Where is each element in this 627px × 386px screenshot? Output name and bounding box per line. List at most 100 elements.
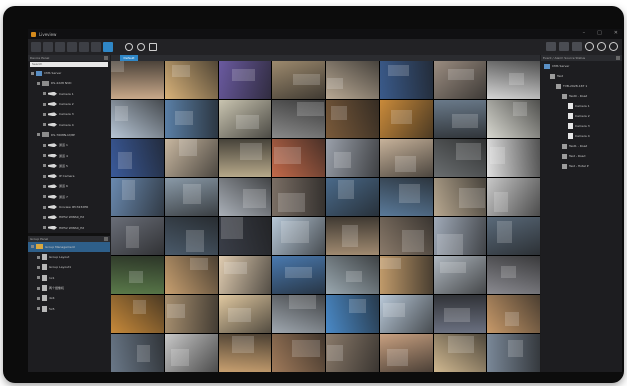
video-tile[interactable] (111, 334, 164, 372)
pin-icon[interactable] (616, 56, 620, 60)
video-tile[interactable] (379, 217, 433, 255)
chevron-right-icon[interactable] (43, 226, 46, 230)
video-tile[interactable] (326, 256, 379, 294)
video-tile[interactable] (433, 256, 487, 294)
chevron-right-icon[interactable] (37, 307, 40, 311)
tree-item[interactable]: 两个摄像机 (28, 283, 110, 293)
video-tile[interactable] (218, 139, 272, 177)
video-tile[interactable] (487, 178, 540, 216)
pin-icon[interactable] (104, 236, 108, 241)
chevron-right-icon[interactable] (43, 92, 46, 96)
chevron-right-icon[interactable] (31, 71, 34, 75)
tree-item[interactable]: Group Layout (28, 252, 110, 262)
video-tile[interactable] (272, 217, 325, 255)
video-tile[interactable] (487, 295, 540, 333)
video-tile[interactable] (433, 217, 487, 255)
video-tile[interactable] (487, 100, 540, 138)
tree-item[interactable]: Uniview IPC3232ER (28, 202, 110, 212)
tree-item[interactable]: Camera 4 (28, 119, 110, 129)
video-tile[interactable] (326, 295, 379, 333)
tree-item[interactable]: Camera 1 (28, 89, 110, 99)
chevron-right-icon[interactable] (37, 255, 40, 259)
tree-item[interactable]: IP Camera (28, 171, 110, 181)
video-tile[interactable] (379, 334, 433, 372)
chevron-right-icon[interactable] (43, 112, 46, 116)
video-tile[interactable] (487, 61, 540, 99)
video-tile[interactable] (379, 61, 433, 99)
video-tile[interactable] (218, 256, 272, 294)
chevron-right-icon[interactable] (43, 123, 46, 127)
video-tile[interactable] (111, 295, 164, 333)
tree-item[interactable]: Test1 - Road (541, 141, 622, 151)
video-tile[interactable] (111, 256, 164, 294)
device-search-input[interactable]: Search (30, 62, 108, 67)
tree-item[interactable]: HIP52 WINS0_Hd (28, 222, 110, 232)
video-tile[interactable] (218, 100, 272, 138)
tree-item[interactable]: Camera 4 (541, 131, 622, 141)
chevron-right-icon[interactable] (43, 154, 46, 158)
video-tile[interactable] (218, 61, 272, 99)
video-tile[interactable] (379, 100, 433, 138)
chevron-right-icon[interactable] (37, 265, 40, 269)
video-tile[interactable] (433, 139, 487, 177)
layout-25-button[interactable] (79, 42, 89, 52)
maximize-button[interactable]: □ (597, 30, 602, 36)
video-tile[interactable] (326, 61, 379, 99)
tree-item[interactable]: Camera 2 (28, 99, 110, 109)
chevron-right-icon[interactable] (43, 143, 46, 147)
video-tile[interactable] (111, 178, 164, 216)
video-tile[interactable] (164, 178, 218, 216)
video-tile[interactable] (218, 178, 272, 216)
chevron-right-icon[interactable] (43, 215, 46, 219)
tree-item[interactable]: Test - Road (541, 151, 622, 161)
screen-2-button[interactable] (559, 42, 569, 51)
layout-16-button[interactable] (67, 42, 77, 52)
chevron-right-icon[interactable] (43, 164, 46, 168)
clock-icon[interactable] (585, 42, 594, 51)
tree-item[interactable]: HIP52 WINS0_Hd (28, 212, 110, 222)
close-button[interactable]: ✕ (614, 30, 618, 36)
layout-64-button[interactable] (103, 42, 113, 52)
tree-item[interactable]: 通道 4 (28, 150, 110, 160)
video-tile[interactable] (218, 334, 272, 372)
tree-item[interactable]: Camera 3 (541, 121, 622, 131)
video-tile[interactable] (164, 256, 218, 294)
pin-icon[interactable] (104, 56, 108, 60)
tree-item[interactable]: Camera 2 (541, 111, 622, 121)
video-tile[interactable] (433, 295, 487, 333)
video-tile[interactable] (326, 178, 379, 216)
video-tile[interactable] (379, 256, 433, 294)
chevron-right-icon[interactable] (37, 296, 40, 300)
chevron-right-icon[interactable] (31, 245, 34, 249)
video-tile[interactable] (272, 61, 325, 99)
video-tile[interactable] (326, 334, 379, 372)
video-tile[interactable] (433, 100, 487, 138)
chevron-right-icon[interactable] (43, 174, 46, 178)
tree-item[interactable]: Test - Hotel P (541, 161, 622, 171)
video-tile[interactable] (487, 256, 540, 294)
tree-item[interactable]: DS-7608N-I2/8P (28, 130, 110, 140)
video-tile[interactable] (379, 178, 433, 216)
screen-1-button[interactable] (546, 42, 556, 51)
tree-item[interactable]: 通道 5 (28, 161, 110, 171)
tree-item[interactable]: CMS Server (541, 61, 622, 71)
chevron-right-icon[interactable] (43, 205, 46, 209)
video-tile[interactable] (272, 334, 325, 372)
tree-item[interactable]: 通道 6 (28, 181, 110, 191)
video-tile[interactable] (487, 217, 540, 255)
tree-item[interactable]: TVB-2928-16T 1 (541, 81, 622, 91)
tree-item[interactable]: Camera 1 (541, 101, 622, 111)
user-icon[interactable] (609, 42, 618, 51)
video-tile[interactable] (272, 100, 325, 138)
chevron-right-icon[interactable] (37, 133, 40, 137)
tree-item[interactable]: 5x5 (28, 304, 110, 314)
video-tile[interactable] (379, 295, 433, 333)
video-tile[interactable] (164, 217, 218, 255)
minimize-button[interactable]: – (583, 30, 586, 36)
chevron-right-icon[interactable] (37, 81, 40, 85)
tree-item[interactable]: CMS Server (28, 68, 110, 78)
tree-item[interactable]: DS-4228 NVD (28, 78, 110, 88)
video-tile[interactable] (164, 334, 218, 372)
video-tile[interactable] (487, 334, 540, 372)
chevron-right-icon[interactable] (43, 195, 46, 199)
